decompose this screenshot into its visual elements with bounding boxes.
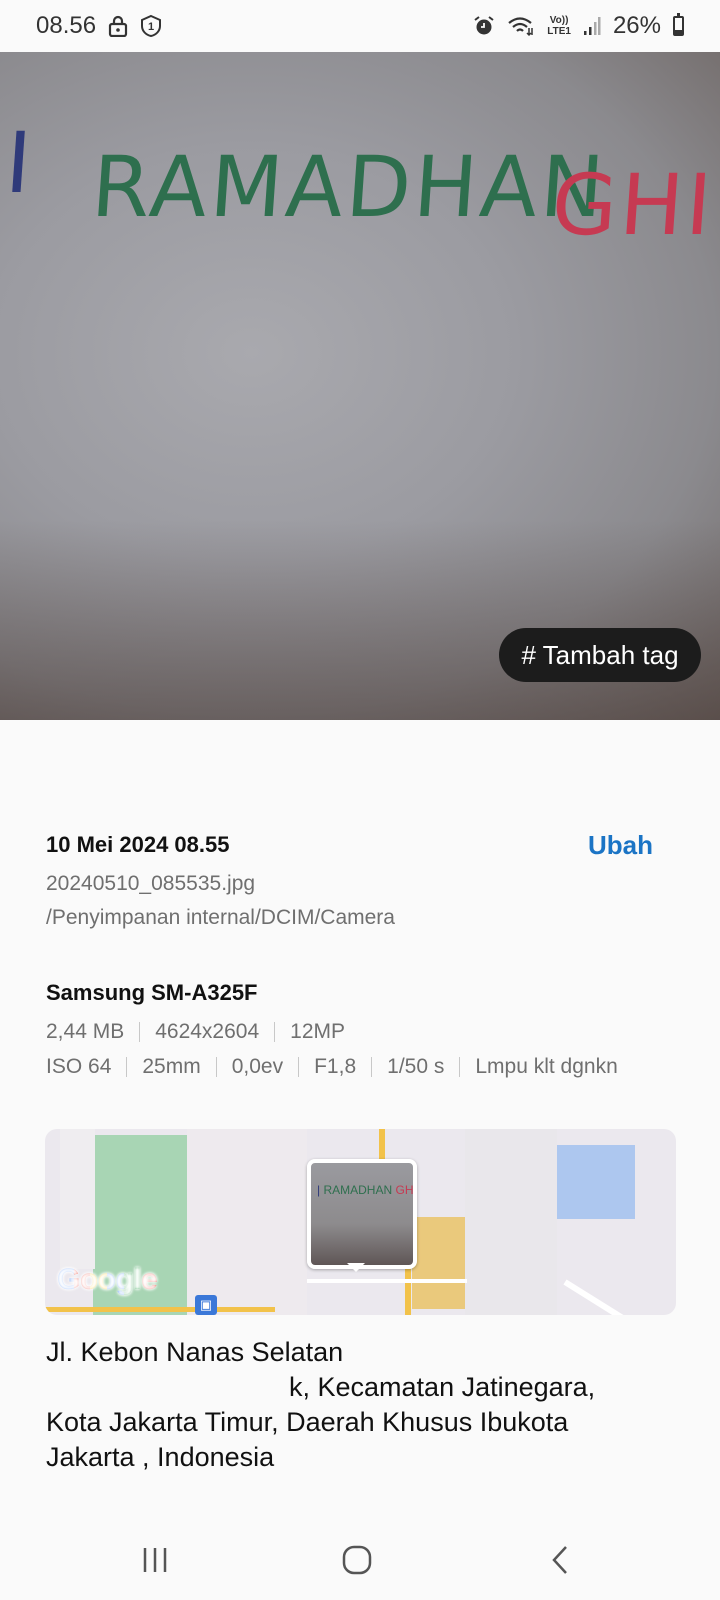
address-line-3: Kota Jakarta Timur, Daerah Khusus Ibukot… — [46, 1407, 569, 1437]
divider — [459, 1057, 461, 1077]
file-path: /Penyimpanan internal/DCIM/Camera — [46, 906, 395, 929]
address-line-1: Jl. Kebon Nanas Selatan — [46, 1337, 344, 1367]
location-map[interactable]: Google ▣ | RAMADHAN GHIF — [45, 1129, 676, 1315]
resolution: 4624x2604 — [155, 1020, 260, 1043]
home-icon — [342, 1545, 372, 1575]
divider — [298, 1057, 300, 1077]
shutter-speed: 1/50 s — [387, 1055, 445, 1078]
handwriting-blue: I — [2, 114, 38, 212]
add-tag-button[interactable]: # Tambah tag — [499, 628, 701, 682]
device-model: Samsung SM-A325F — [46, 980, 258, 1005]
home-button[interactable] — [332, 1542, 382, 1578]
volte-label: Vo)) — [549, 15, 569, 26]
battery-percent: 26% — [612, 12, 661, 39]
spec-row-file: 2,44 MB 4624x2604 12MP — [46, 1020, 345, 1044]
handwriting-red: GHIF — [548, 156, 720, 254]
iso: ISO 64 — [46, 1055, 112, 1078]
status-bar: 08.56 1 Vo)) LTE1 26% — [0, 0, 720, 52]
thumbnail-handwriting: | RAMADHAN GHIF — [317, 1183, 417, 1197]
map-water — [557, 1145, 635, 1219]
svg-text:1: 1 — [148, 21, 154, 33]
thumbnail-text-red: GHIF — [395, 1183, 417, 1197]
focal-length: 25mm — [142, 1055, 201, 1078]
details-panel: 10 Mei 2024 08.55 Ubah 20240510_085535.j… — [0, 720, 720, 1520]
location-address[interactable]: Jl. Kebon Nanas Selatan k, Kecamatan Jat… — [46, 1335, 686, 1475]
lte-label: LTE1 — [547, 26, 571, 37]
thumbnail-pointer — [347, 1263, 365, 1272]
recent-apps-icon — [143, 1548, 167, 1572]
exposure-value: 0,0ev — [231, 1055, 284, 1078]
map-area — [465, 1129, 557, 1315]
back-button[interactable] — [535, 1542, 585, 1578]
divider — [274, 1022, 276, 1042]
google-logo: Google — [57, 1263, 158, 1297]
address-line-4: Jakarta , Indonesia — [46, 1442, 275, 1472]
spec-row-camera: ISO 64 25mm 0,0ev F1,8 1/50 s Lmpu klt d… — [46, 1055, 618, 1079]
flash-mode: Lmpu klt dgnkn — [475, 1055, 618, 1078]
map-road — [563, 1279, 661, 1315]
divider — [126, 1057, 128, 1077]
wifi-icon — [507, 15, 535, 37]
back-icon — [552, 1546, 567, 1574]
map-road — [307, 1279, 467, 1283]
file-size: 2,44 MB — [46, 1020, 125, 1043]
map-area — [60, 1129, 95, 1269]
map-block-yellow — [412, 1217, 472, 1309]
recent-apps-button[interactable] — [130, 1542, 180, 1578]
clock: 08.56 — [36, 12, 97, 39]
battery-body — [673, 13, 684, 36]
aperture: F1,8 — [314, 1055, 357, 1078]
divider — [139, 1022, 141, 1042]
battery-icon — [673, 13, 684, 36]
divider — [371, 1057, 373, 1077]
lock-icon — [108, 15, 128, 37]
location-photo-thumbnail[interactable]: | RAMADHAN GHIF — [307, 1159, 417, 1269]
photo-date: 10 Mei 2024 08.55 — [46, 832, 230, 857]
edit-button[interactable]: Ubah — [588, 830, 653, 861]
photo-preview[interactable]: I RAMADHAN GHIF — [0, 52, 720, 720]
map-road — [45, 1307, 275, 1312]
file-name: 20240510_085535.jpg — [46, 872, 256, 895]
handwriting-green: RAMADHAN — [88, 138, 610, 236]
status-bar-left: 08.56 1 — [36, 12, 162, 40]
status-bar-right: Vo)) LTE1 26% — [473, 12, 684, 40]
signal-icon — [583, 16, 601, 36]
battery-fill — [675, 29, 682, 34]
alarm-icon — [473, 15, 495, 37]
megapixels: 12MP — [290, 1020, 346, 1043]
map-road — [405, 1261, 411, 1315]
thumbnail-text-green: RAMADHAN — [323, 1183, 393, 1197]
address-line-2: k, Kecamatan Jatinegara, — [289, 1372, 596, 1402]
thumbnail-mark: | — [317, 1183, 321, 1197]
volte-icon: Vo)) LTE1 — [547, 15, 571, 37]
shield-icon: 1 — [140, 14, 162, 38]
navigation-bar — [0, 1520, 720, 1600]
google-logo-text: Google — [57, 1263, 158, 1296]
train-station-icon: ▣ — [195, 1295, 217, 1315]
map-area — [187, 1129, 307, 1315]
divider — [215, 1057, 217, 1077]
